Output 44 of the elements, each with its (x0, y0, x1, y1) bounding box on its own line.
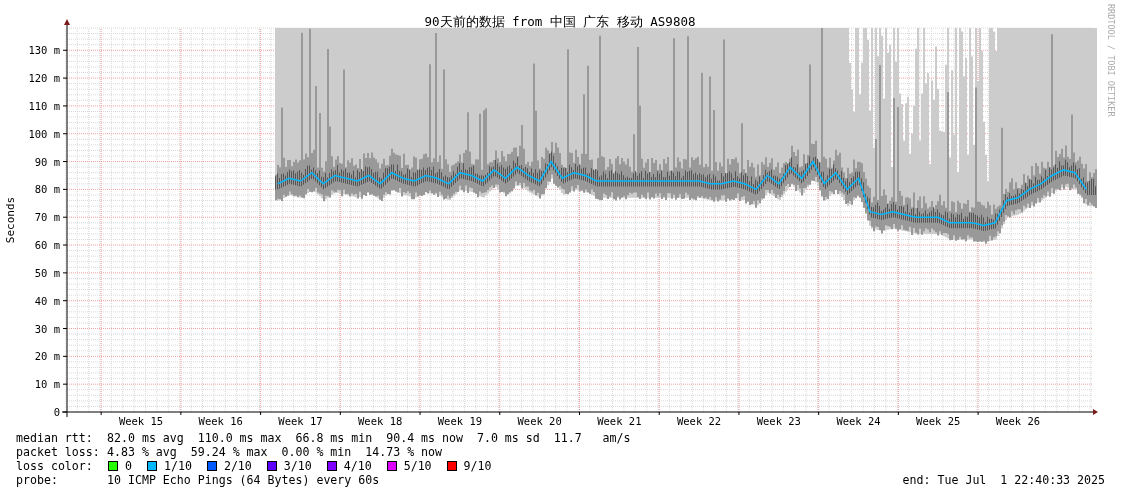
loss-color-label: 1/10 (164, 459, 192, 473)
y-tick-label: 130 m (28, 44, 60, 57)
y-tick-label: 100 m (28, 127, 60, 140)
x-tick-label: Week 23 (756, 415, 801, 427)
y-tick-label: 90 m (34, 155, 60, 168)
loss-color-label: 3/10 (283, 459, 312, 473)
y-tick-label: 50 m (34, 266, 60, 279)
y-tick-label: 80 m (34, 183, 60, 196)
x-tick-label: Week 19 (437, 415, 483, 427)
y-tick-label: 20 m (34, 350, 60, 363)
legend-label: probe: (16, 473, 59, 487)
x-tick-label: Week 24 (836, 415, 881, 427)
x-tick-label: Week 20 (517, 415, 562, 427)
y-tick-label: 40 m (34, 294, 60, 307)
x-tick-label: Week 16 (198, 415, 243, 427)
loss-color-label: 4/10 (343, 459, 372, 473)
loss-color-label: 0 (125, 459, 132, 473)
y-tick-label: 60 m (34, 239, 60, 252)
end-time: end: Tue Jul 1 22:40:33 2025 (902, 473, 1105, 487)
y-tick-label: 110 m (28, 99, 60, 112)
x-tick-label: Week 22 (676, 415, 722, 427)
credit-text: RRDTOOL / TOBI OETIKER (1106, 4, 1116, 117)
legend-text: 4.83 % avg 59.24 % max 0.00 % min 14.73 % now (107, 445, 443, 459)
y-tick-label: 0 (53, 406, 60, 418)
loss-color-label: 5/10 (403, 459, 432, 473)
y-tick-label: 10 m (34, 378, 60, 391)
loss-color-label: 2/10 (223, 459, 252, 473)
chart-title: 90天前的数据 from 中国 广东 移动 AS9808 (424, 14, 696, 29)
x-tick-label: Week 15 (118, 415, 164, 427)
legend-text: 82.0 ms avg 110.0 ms max 66.8 ms min 90.4 ms now 7.0 ms sd 11.7 am/s (107, 431, 631, 445)
legend-text: 10 ICMP Echo Pings (64 Bytes) every 60s (107, 473, 380, 487)
loss-color-label: 9/10 (463, 459, 492, 473)
x-tick-label: Week 26 (995, 415, 1041, 427)
y-tick-label: 120 m (28, 72, 60, 85)
x-tick-label: Week 21 (597, 415, 642, 427)
legend-label: packet loss: (16, 445, 101, 459)
legend-label: median rtt: (16, 431, 94, 445)
x-tick-label: Week 17 (278, 415, 323, 427)
x-tick-label: Week 25 (916, 415, 961, 427)
y-tick-label: 30 m (34, 322, 60, 335)
y-tick-label: 70 m (34, 211, 60, 224)
y-axis-label: Seconds (4, 196, 17, 244)
legend-label: loss color: (16, 459, 94, 473)
x-tick-label: Week 18 (358, 415, 403, 427)
